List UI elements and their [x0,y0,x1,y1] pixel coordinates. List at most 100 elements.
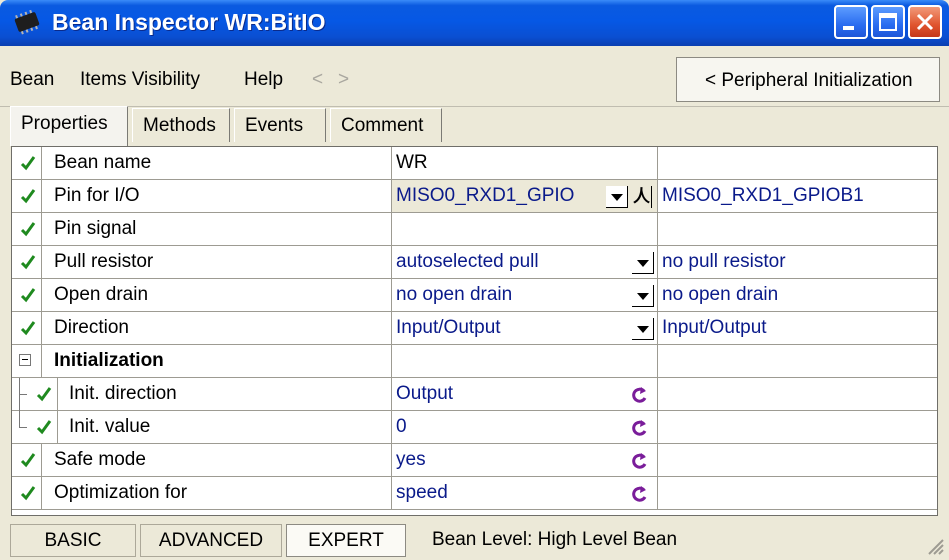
check-cell [28,411,58,443]
menu-bean[interactable]: Bean [10,69,54,91]
property-row-init-value[interactable]: Init. value 0 [12,411,937,444]
reset-default-icon[interactable] [628,417,650,439]
group-name: Initialization [54,350,164,371]
property-extra-cell [658,477,937,509]
property-name-cell: Pin signal [43,213,392,245]
property-value: no open drain [396,284,513,305]
pull-resistor-select[interactable]: autoselected pull [392,246,658,278]
check-cell [12,246,42,278]
property-row-pin-for-io[interactable]: Pin for I/O MISO0_RXD1_GPIO 人 MISO0_RXD1… [12,180,937,213]
forward-arrow-button[interactable]: > [338,69,349,91]
check-icon [20,222,36,237]
level-basic-button[interactable]: BASIC [10,524,136,557]
title-bar[interactable]: Bean Inspector WR:BitIO [0,0,949,46]
level-expert-button[interactable]: EXPERT [286,524,406,557]
tab-methods[interactable]: Methods [132,108,230,142]
property-extra-cell: no pull resistor [658,246,937,278]
property-value: autoselected pull [396,251,539,272]
reset-default-icon[interactable] [628,384,650,406]
menu-help[interactable]: Help [244,69,283,91]
property-group-initialization[interactable]: Initialization [12,345,937,378]
property-value: speed [396,482,448,503]
check-cell [12,180,42,212]
property-extra-cell [658,147,937,179]
property-row-init-direction[interactable]: Init. direction Output [12,378,937,411]
property-value: Input/Output [396,317,501,338]
safe-mode-input[interactable]: yes [392,444,658,476]
check-cell [12,312,42,344]
tab-methods-label: Methods [143,115,216,136]
property-name-cell: Init. direction [58,378,392,410]
property-row-optimization-for[interactable]: Optimization for speed [12,477,937,510]
menu-items-visibility[interactable]: Items Visibility [80,69,200,91]
property-row-pin-signal[interactable]: Pin signal [12,213,937,246]
property-extra: MISO0_RXD1_GPIOB1 [662,185,864,206]
bean-level-text: Bean Level: High Level Bean [432,529,678,550]
direction-select[interactable]: Input/Output [392,312,658,344]
maximize-button[interactable] [871,5,905,39]
reset-default-icon[interactable] [628,450,650,472]
dropdown-button[interactable] [632,318,654,340]
check-icon [20,288,36,303]
property-name: Safe mode [54,449,146,470]
dropdown-button[interactable] [606,186,628,208]
pin-select[interactable]: MISO0_RXD1_GPIO 人 [392,180,658,212]
property-value: MISO0_RXD1_GPIO [396,185,575,206]
collapse-icon[interactable] [19,354,31,366]
property-extra-cell [658,411,937,443]
close-icon [916,13,934,31]
property-name: Init. direction [69,383,177,404]
level-advanced-label: ADVANCED [158,530,264,551]
property-name-cell: Initialization [43,345,392,377]
property-name-cell: Init. value [58,411,392,443]
open-drain-select[interactable]: no open drain [392,279,658,311]
property-row-pull-resistor[interactable]: Pull resistor autoselected pull no pull … [12,246,937,279]
maximize-icon [879,13,897,31]
property-extra: no pull resistor [662,251,786,272]
pin-pick-button[interactable]: 人 [632,186,652,208]
tree-branch [20,427,27,428]
property-row-safe-mode[interactable]: Safe mode yes [12,444,937,477]
init-value-input[interactable]: 0 [392,411,658,443]
check-icon [36,420,52,435]
tree-branch [20,394,27,395]
property-name: Pin signal [54,218,137,239]
property-name-cell: Safe mode [43,444,392,476]
dropdown-button[interactable] [632,252,654,274]
check-icon [20,321,36,336]
property-name-cell: Bean name [43,147,392,179]
minimize-icon [843,26,854,30]
peripheral-initialization-label: < Peripheral Initialization [705,70,913,91]
tab-comment[interactable]: Comment [330,108,442,142]
resize-grip-icon[interactable] [925,536,945,556]
property-grid: Bean name WR Pin for I/O MISO0_RXD1_GPIO… [11,146,938,516]
peripheral-initialization-button[interactable]: < Peripheral Initialization [676,57,940,102]
close-button[interactable] [908,5,942,39]
tab-properties-label: Properties [21,113,108,134]
property-name: Bean name [54,152,152,173]
check-icon [20,156,36,171]
pin-signal-input[interactable] [392,213,658,245]
property-row-bean-name[interactable]: Bean name WR [12,147,937,180]
property-extra: no open drain [662,284,779,305]
check-cell [28,378,58,410]
bean-chip-icon [14,9,40,35]
init-direction-input[interactable]: Output [392,378,658,410]
back-arrow-button[interactable]: < [312,69,323,91]
minimize-button[interactable] [834,5,868,39]
check-cell [12,444,42,476]
property-row-direction[interactable]: Direction Input/Output Input/Output [12,312,937,345]
check-icon [36,387,52,402]
bean-name-input[interactable]: WR [392,147,658,179]
property-value: WR [396,152,428,173]
reset-default-icon[interactable] [628,483,650,505]
optimization-input[interactable]: speed [392,477,658,509]
property-extra-cell: no open drain [658,279,937,311]
dropdown-button[interactable] [632,285,654,307]
tab-events[interactable]: Events [234,108,326,142]
tab-properties[interactable]: Properties [10,106,128,146]
level-basic-label: BASIC [44,530,102,551]
property-row-open-drain[interactable]: Open drain no open drain no open drain [12,279,937,312]
level-advanced-button[interactable]: ADVANCED [140,524,282,557]
property-name-cell: Open drain [43,279,392,311]
